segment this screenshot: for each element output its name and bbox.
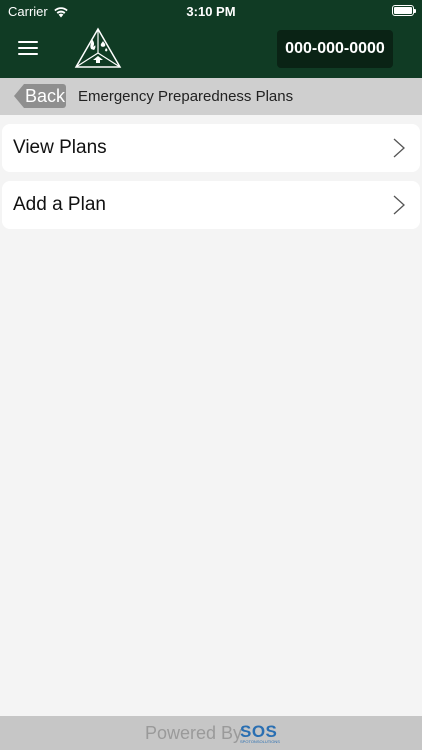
status-time: 3:10 PM	[186, 4, 236, 19]
status-bar: Carrier 3:10 PM	[0, 0, 422, 22]
menu-item-view-plans[interactable]: View Plans	[2, 124, 420, 172]
footer: Powered By SOS SPOTONSOLUTIONS	[0, 716, 422, 750]
hamburger-menu-icon[interactable]	[18, 38, 40, 60]
back-button[interactable]: Back	[14, 84, 66, 108]
navigation-bar: Back Emergency Preparedness Plans	[0, 78, 422, 115]
menu-item-label: Add a Plan	[13, 194, 106, 215]
battery-level	[394, 7, 412, 14]
menu-item-label: View Plans	[13, 137, 107, 158]
back-label: Back	[24, 86, 66, 106]
chevron-right-icon	[393, 138, 405, 158]
page-title: Emergency Preparedness Plans	[78, 88, 294, 105]
menu-item-add-plan[interactable]: Add a Plan	[2, 181, 420, 229]
sos-brand-subtext: SPOTONSOLUTIONS	[240, 739, 280, 744]
battery-icon	[392, 5, 416, 16]
sos-brand-logo: SOS SPOTONSOLUTIONS	[240, 722, 280, 746]
app-header: Carrier 3:10 PM 000-000-0000	[0, 0, 422, 78]
powered-by-label: Powered By	[145, 723, 243, 743]
phone-number-button[interactable]: 000-000-0000	[277, 30, 393, 68]
fire-safety-triangle-logo	[74, 27, 122, 68]
chevron-right-icon	[393, 195, 405, 215]
